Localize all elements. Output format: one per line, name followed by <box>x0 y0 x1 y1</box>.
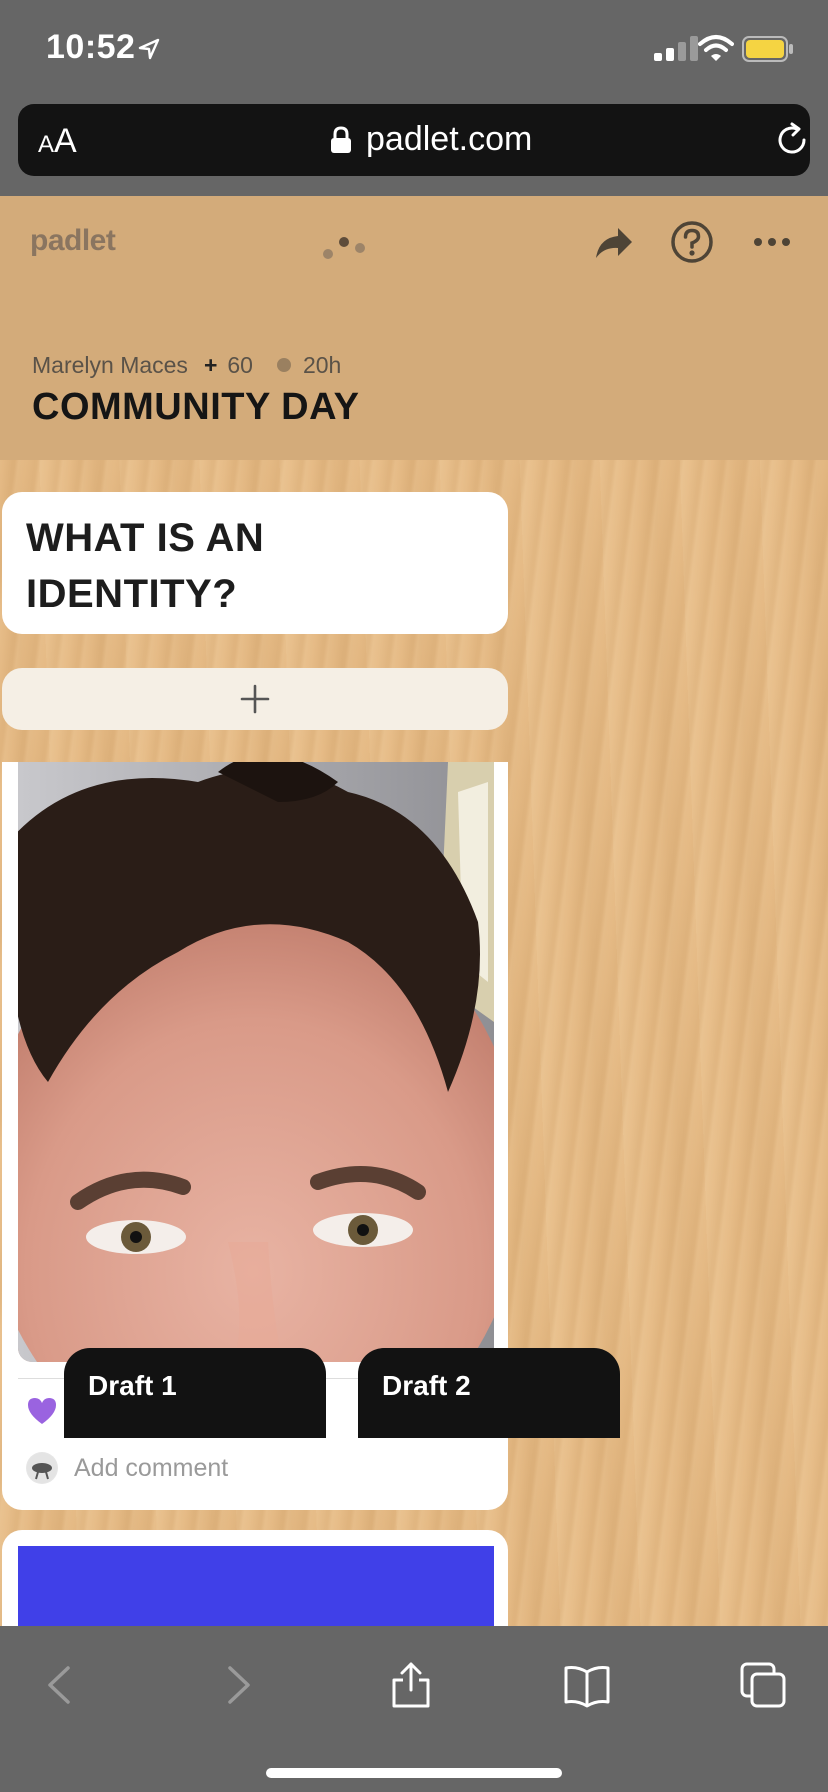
draft-tab-1[interactable]: Draft 1 <box>64 1348 326 1438</box>
author-name[interactable]: Marelyn Maces <box>32 352 188 378</box>
draft-label: Draft 1 <box>88 1370 177 1401</box>
bookmarks-icon[interactable] <box>562 1660 612 1710</box>
board-header: padlet Marelyn Maces +60 20h COMMUNITY DAY <box>0 196 828 460</box>
status-bar: 10:52 <box>0 0 828 96</box>
add-post-button[interactable] <box>2 668 508 730</box>
post-image[interactable] <box>18 1546 494 1626</box>
contributor-count: 60 <box>227 352 253 378</box>
draft-label: Draft 2 <box>382 1370 471 1401</box>
padlet-dots-icon <box>323 237 365 259</box>
status-time: 10:52 <box>46 28 136 66</box>
plus-sign: + <box>203 352 218 378</box>
back-icon[interactable] <box>36 1660 86 1710</box>
cellular-signal-icon <box>654 36 698 61</box>
avatar-icon <box>27 1453 57 1483</box>
location-arrow-icon <box>138 38 160 60</box>
share-arrow-icon[interactable] <box>594 226 634 262</box>
share-icon[interactable] <box>386 1660 436 1710</box>
aa-small-label: A <box>38 131 55 158</box>
url-text[interactable]: padlet.com <box>366 120 532 159</box>
plus-icon <box>240 684 270 714</box>
battery-icon <box>742 36 793 62</box>
avatar <box>26 1452 58 1484</box>
board-title: COMMUNITY DAY <box>32 386 360 428</box>
post-photo[interactable] <box>18 762 494 1362</box>
reload-icon[interactable] <box>774 122 810 158</box>
padlet-logo[interactable]: padlet <box>30 224 116 258</box>
address-bar[interactable]: AA padlet.com <box>18 104 810 176</box>
lock-icon <box>331 126 351 153</box>
browser-toolbar <box>0 1626 828 1792</box>
more-options-icon[interactable] <box>752 232 792 252</box>
forward-icon[interactable] <box>212 1660 262 1710</box>
wifi-icon <box>698 35 734 61</box>
aa-large-label: A <box>54 122 77 160</box>
draft-tab-2[interactable]: Draft 2 <box>358 1348 620 1438</box>
section-header-card: WHAT IS AN IDENTITY? <box>2 492 508 634</box>
reader-settings-button[interactable]: AA <box>38 122 77 161</box>
board-meta: Marelyn Maces +60 20h <box>32 352 351 379</box>
separator-dot <box>276 357 291 372</box>
heart-icon[interactable] <box>26 1396 58 1426</box>
section-title: WHAT IS AN IDENTITY? <box>26 516 265 616</box>
help-icon[interactable] <box>670 220 714 264</box>
board-age: 20h <box>302 352 342 378</box>
post-card[interactable] <box>2 1530 508 1626</box>
tabs-icon[interactable] <box>738 1660 788 1710</box>
home-indicator <box>266 1768 562 1778</box>
selfie-image <box>18 762 494 1362</box>
add-comment-input[interactable]: Add comment <box>74 1454 228 1483</box>
